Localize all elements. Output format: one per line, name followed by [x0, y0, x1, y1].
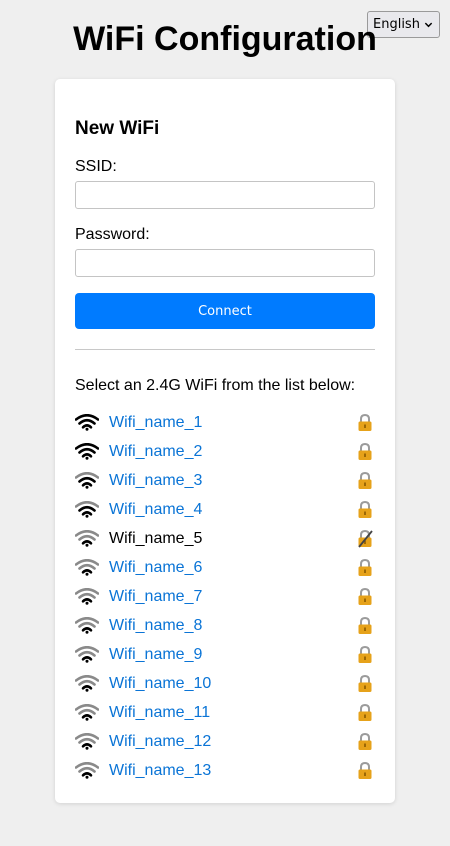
- network-item[interactable]: Wifi_name_2: [75, 437, 375, 466]
- network-name: Wifi_name_5: [109, 529, 203, 547]
- lock-icon: [358, 761, 372, 779]
- password-label: Password:: [75, 226, 150, 243]
- network-item[interactable]: Wifi_name_8: [75, 611, 375, 640]
- ssid-input[interactable]: [75, 181, 375, 209]
- network-item[interactable]: Wifi_name_10: [75, 669, 375, 698]
- network-name[interactable]: Wifi_name_2: [109, 442, 202, 462]
- network-name[interactable]: Wifi_name_6: [109, 558, 202, 578]
- network-item[interactable]: Wifi_name_4: [75, 495, 375, 524]
- lock-icon: [358, 442, 372, 460]
- wifi-signal-icon: [75, 414, 99, 431]
- network-name[interactable]: Wifi_name_9: [109, 645, 202, 665]
- lock-icon: [358, 587, 372, 605]
- page-title: WiFi Configuration: [73, 20, 377, 58]
- network-item[interactable]: Wifi_name_6: [75, 553, 375, 582]
- lock-icon: [358, 616, 372, 634]
- unlocked-icon: [358, 529, 373, 548]
- wifi-signal-icon: [75, 501, 99, 518]
- lock-icon: [358, 413, 372, 431]
- wifi-signal-icon: [75, 617, 99, 634]
- network-item[interactable]: Wifi_name_11: [75, 698, 375, 727]
- network-name[interactable]: Wifi_name_13: [109, 761, 211, 781]
- network-name[interactable]: Wifi_name_3: [109, 471, 202, 491]
- network-list-heading: Select an 2.4G WiFi from the list below:: [75, 377, 356, 394]
- network-name[interactable]: Wifi_name_11: [109, 703, 210, 723]
- network-item[interactable]: Wifi_name_9: [75, 640, 375, 669]
- wifi-config-card: New WiFi SSID: Password: Connect Select …: [55, 79, 395, 803]
- wifi-signal-icon: [75, 704, 99, 721]
- lock-icon: [358, 674, 372, 692]
- network-name[interactable]: Wifi_name_7: [109, 587, 202, 607]
- wifi-signal-icon: [75, 762, 99, 779]
- lock-icon: [358, 558, 372, 576]
- wifi-signal-icon: [75, 559, 99, 576]
- network-name[interactable]: Wifi_name_10: [109, 674, 211, 694]
- lock-icon: [358, 645, 372, 663]
- network-item: Wifi_name_5: [75, 524, 375, 553]
- network-item[interactable]: Wifi_name_7: [75, 582, 375, 611]
- lock-icon: [358, 703, 372, 721]
- wifi-signal-icon: [75, 646, 99, 663]
- network-item[interactable]: Wifi_name_12: [75, 727, 375, 756]
- wifi-signal-icon: [75, 588, 99, 605]
- lock-icon: [358, 732, 372, 750]
- divider: [75, 349, 375, 350]
- ssid-label: SSID:: [75, 158, 117, 175]
- lock-icon: [358, 471, 372, 489]
- network-name[interactable]: Wifi_name_8: [109, 616, 202, 636]
- network-name[interactable]: Wifi_name_12: [109, 732, 211, 752]
- network-item[interactable]: Wifi_name_13: [75, 756, 375, 785]
- wifi-signal-icon: [75, 675, 99, 692]
- wifi-signal-icon: [75, 472, 99, 489]
- wifi-signal-icon: [75, 733, 99, 750]
- form-heading: New WiFi: [75, 118, 160, 139]
- password-input[interactable]: [75, 249, 375, 277]
- wifi-signal-icon: [75, 443, 99, 460]
- network-name[interactable]: Wifi_name_1: [109, 413, 202, 433]
- network-name[interactable]: Wifi_name_4: [109, 500, 202, 520]
- lock-icon: [358, 500, 372, 518]
- network-item[interactable]: Wifi_name_3: [75, 466, 375, 495]
- network-list: Wifi_name_1 Wifi_name_2 Wifi_name_3 Wifi_na…: [75, 408, 375, 785]
- network-item[interactable]: Wifi_name_1: [75, 408, 375, 437]
- connect-button[interactable]: Connect: [75, 293, 375, 329]
- wifi-signal-icon: [75, 530, 99, 547]
